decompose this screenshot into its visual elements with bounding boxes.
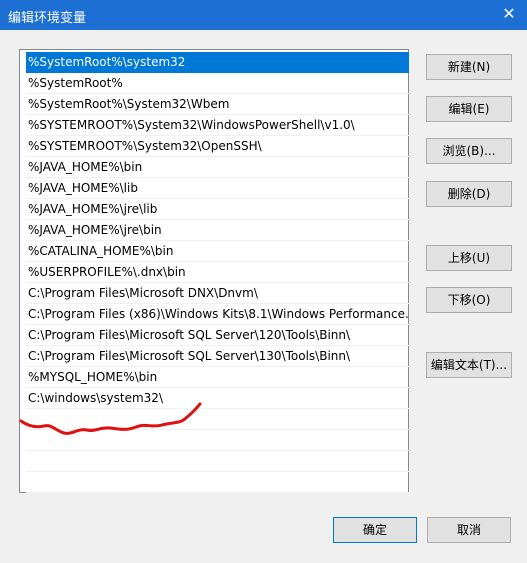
list-item[interactable]: C:\Program Files (x86)\Windows Kits\8.1\… [26, 304, 409, 325]
list-item[interactable]: %CATALINA_HOME%\bin [26, 241, 409, 262]
new-button[interactable]: 新建(N) [426, 54, 512, 80]
list-item[interactable]: C:\Program Files\Microsoft DNX\Dnvm\ [26, 283, 409, 304]
list-item[interactable]: %SystemRoot%\System32\Wbem [26, 94, 409, 115]
delete-button[interactable]: 删除(D) [426, 181, 512, 207]
empty-list-row[interactable] [26, 472, 409, 493]
move-up-button[interactable]: 上移(U) [426, 245, 512, 271]
title-bar[interactable]: 编辑环境变量 ✕ [0, 0, 527, 30]
list-item[interactable]: C:\Program Files\Microsoft SQL Server\12… [26, 325, 409, 346]
edit-text-button[interactable]: 编辑文本(T)... [426, 352, 512, 378]
path-list[interactable]: %SystemRoot%\system32 %SystemRoot% %Syst… [19, 49, 409, 493]
list-item[interactable]: %SystemRoot%\system32 [26, 52, 409, 73]
list-item[interactable]: %JAVA_HOME%\bin [26, 157, 409, 178]
list-item[interactable]: %JAVA_HOME%\jre\lib [26, 199, 409, 220]
list-item[interactable]: C:\Program Files\Microsoft SQL Server\13… [26, 346, 409, 367]
list-item[interactable]: %JAVA_HOME%\jre\bin [26, 220, 409, 241]
list-item[interactable]: %MYSQL_HOME%\bin [26, 367, 409, 388]
window-title: 编辑环境变量 [8, 11, 87, 26]
empty-list-row[interactable] [26, 409, 409, 430]
list-item[interactable]: C:\windows\system32\ [26, 388, 409, 409]
close-icon[interactable]: ✕ [500, 4, 518, 24]
list-item[interactable]: %USERPROFILE%\.dnx\bin [26, 262, 409, 283]
edit-button[interactable]: 编辑(E) [426, 96, 512, 122]
list-item[interactable]: %SystemRoot% [26, 73, 409, 94]
browse-button[interactable]: 浏览(B)... [426, 138, 512, 164]
move-down-button[interactable]: 下移(O) [426, 287, 512, 313]
list-item[interactable]: %SYSTEMROOT%\System32\OpenSSH\ [26, 136, 409, 157]
ok-button[interactable]: 确定 [333, 517, 417, 543]
cancel-button[interactable]: 取消 [427, 517, 511, 543]
list-item[interactable]: %SYSTEMROOT%\System32\WindowsPowerShell\… [26, 115, 409, 136]
empty-list-row[interactable] [26, 430, 409, 451]
empty-list-row[interactable] [26, 451, 409, 472]
list-item[interactable]: %JAVA_HOME%\lib [26, 178, 409, 199]
